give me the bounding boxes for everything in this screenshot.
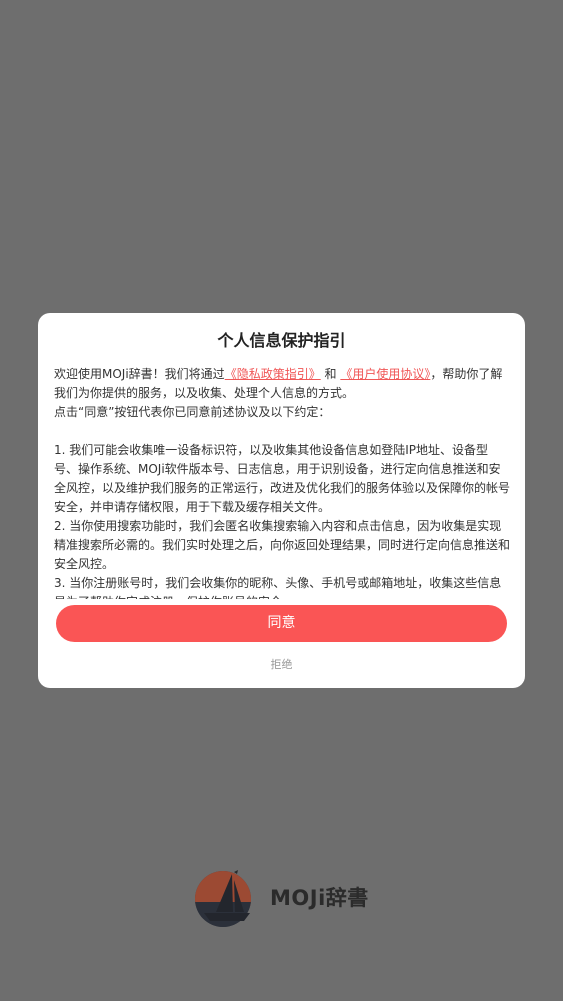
intro-paragraph: 欢迎使用MOJi辞書！我们将通过《隐私政策指引》 和 《用户使用协议》，帮助你了… bbox=[54, 365, 510, 403]
app-screen: MOJi辞書 个人信息保护指引 欢迎使用MOJi辞書！我们将通过《隐私政策指引》… bbox=[0, 0, 563, 1001]
moji-sailboat-logo-icon bbox=[195, 870, 251, 927]
brand-footer: MOJi辞書 bbox=[194, 866, 369, 928]
and-text: 和 bbox=[320, 367, 341, 381]
intro-text: 欢迎使用MOJi辞書！我们将通过 bbox=[54, 367, 225, 381]
privacy-guide-dialog: 个人信息保护指引 欢迎使用MOJi辞書！我们将通过《隐私政策指引》 和 《用户使… bbox=[38, 313, 525, 688]
dialog-scroll-content[interactable]: 欢迎使用MOJi辞書！我们将通过《隐私政策指引》 和 《用户使用协议》，帮助你了… bbox=[54, 365, 510, 599]
terms-item-3: 3. 当你注册账号时，我们会收集你的昵称、头像、手机号或邮箱地址，收集这些信息是… bbox=[54, 576, 502, 599]
agree-button[interactable]: 同意 bbox=[56, 605, 507, 642]
reject-button[interactable]: 拒绝 bbox=[38, 655, 525, 675]
terms-item-1: 1. 我们可能会收集唯一设备标识符，以及收集其他设备信息如登陆IP地址、设备型号… bbox=[54, 443, 510, 514]
dialog-title: 个人信息保护指引 bbox=[217, 331, 346, 350]
consent-line: 点击“同意”按钮代表你已同意前述协议及以下约定： bbox=[54, 405, 331, 419]
privacy-policy-link[interactable]: 《隐私政策指引》 bbox=[225, 367, 321, 381]
terms-item-2: 2. 当你使用搜索功能时，我们会匿名收集搜索输入内容和点击信息，因为收集是实现精… bbox=[54, 519, 510, 571]
user-agreement-link[interactable]: 《用户使用协议》 bbox=[340, 367, 430, 381]
brand-name: MOJi辞書 bbox=[270, 886, 369, 910]
